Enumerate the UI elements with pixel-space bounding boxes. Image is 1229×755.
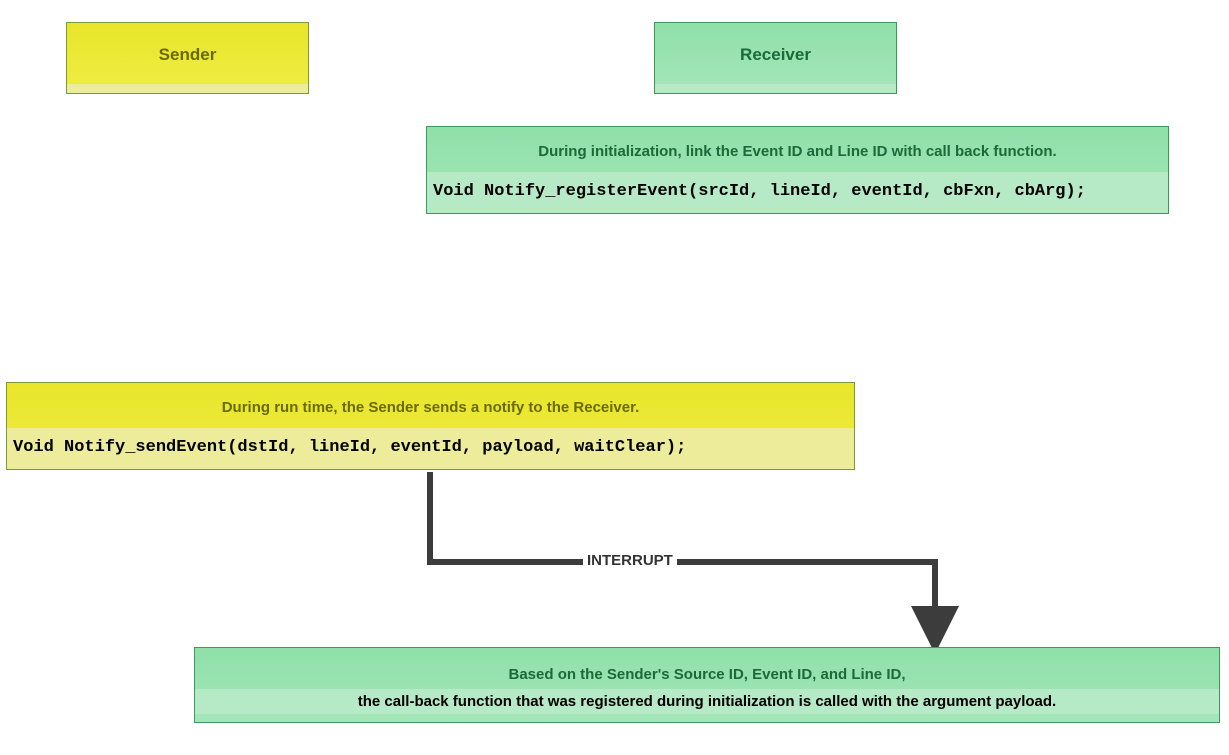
interrupt-arrow [0, 0, 1229, 755]
result-line2: the call-back function that was register… [195, 689, 1219, 714]
result-line2-strip: the call-back function that was register… [195, 689, 1219, 714]
result-line1: Based on the Sender's Source ID, Event I… [195, 662, 1219, 687]
result-box: Based on the Sender's Source ID, Event I… [194, 647, 1220, 723]
interrupt-label: INTERRUPT [583, 552, 677, 569]
